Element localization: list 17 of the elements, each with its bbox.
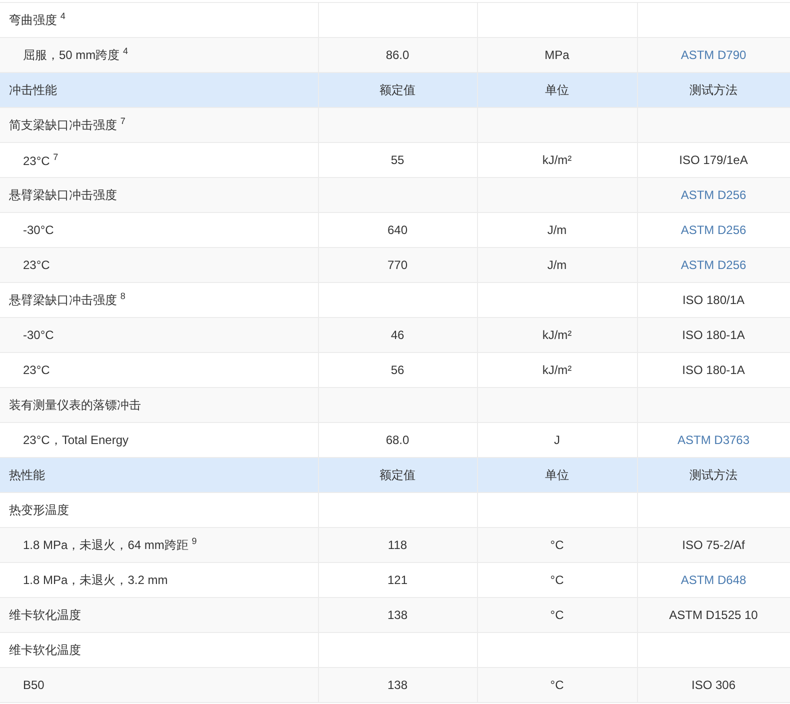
test-method-link[interactable]: ASTM D648 <box>680 573 746 587</box>
method-text: ISO 180/1A <box>682 293 745 307</box>
method-text: ISO 75-2/Af <box>682 538 745 552</box>
method-text: ASTM D1525 10 <box>669 608 758 622</box>
property-cell: 弯曲强度 $^{4}$ <box>0 2 318 38</box>
method-text: ISO 179/1eA <box>679 153 748 167</box>
method-text: ISO 180-1A <box>682 363 745 377</box>
test-method-link[interactable]: ASTM D256 <box>680 258 746 272</box>
test-method-link[interactable]: ASTM D256 <box>680 223 746 237</box>
method-text: ISO 306 <box>691 678 736 692</box>
test-method-link[interactable]: ASTM D3763 <box>677 433 750 447</box>
property-cell: B50 <box>0 668 318 702</box>
test-method-link[interactable]: ASTM D790 <box>680 48 746 62</box>
test-method-link[interactable]: ASTM D256 <box>680 188 746 202</box>
unit-cell: °C <box>477 668 637 702</box>
value-cell: 138 <box>318 668 477 702</box>
method-text: ISO 180-1A <box>682 328 745 342</box>
